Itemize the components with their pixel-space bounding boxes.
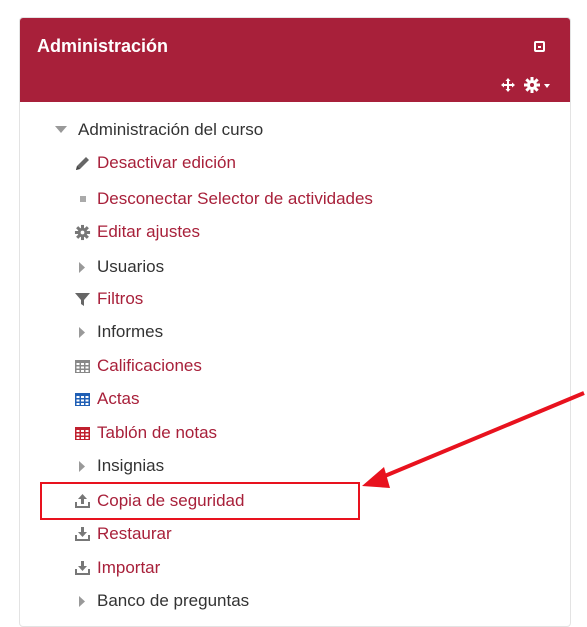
item-label: Editar ajustes bbox=[97, 222, 200, 241]
item-calificaciones[interactable]: Calificaciones bbox=[74, 352, 202, 380]
block-title: Administración bbox=[37, 36, 169, 56]
item-usuarios[interactable]: Usuarios bbox=[74, 253, 164, 281]
item-label: Insignias bbox=[97, 456, 165, 475]
move-icon[interactable] bbox=[501, 78, 515, 92]
item-label: Calificaciones bbox=[97, 356, 202, 375]
gear-menu-icon[interactable] bbox=[524, 77, 552, 93]
triangle-right-icon bbox=[74, 259, 91, 276]
gear-icon bbox=[74, 224, 91, 241]
item-actas[interactable]: Actas bbox=[74, 385, 140, 413]
item-filtros[interactable]: Filtros bbox=[74, 285, 143, 313]
item-importar[interactable]: Importar bbox=[74, 554, 160, 582]
item-informes[interactable]: Informes bbox=[74, 318, 163, 346]
item-editar-ajustes[interactable]: Editar ajustes bbox=[74, 218, 200, 246]
triangle-down-icon bbox=[54, 122, 68, 139]
item-tablon-de-notas[interactable]: Tablón de notas bbox=[74, 419, 217, 447]
grid-blue-icon bbox=[74, 391, 91, 408]
highlight-box bbox=[40, 482, 360, 520]
item-banco-de-preguntas[interactable]: Banco de preguntas bbox=[74, 587, 249, 615]
item-desconectar-selector[interactable]: Desconectar Selector de actividades bbox=[74, 185, 373, 213]
item-label: Desconectar Selector de actividades bbox=[97, 189, 373, 208]
triangle-right-icon bbox=[74, 593, 91, 610]
restore-icon bbox=[74, 526, 91, 543]
square-bullet-icon bbox=[74, 191, 91, 208]
item-label: Tablón de notas bbox=[97, 423, 218, 442]
item-restaurar[interactable]: Restaurar bbox=[74, 520, 172, 548]
item-label: Restaurar bbox=[97, 524, 172, 543]
tree-root-label: Administración del curso bbox=[78, 120, 264, 139]
pencil-icon bbox=[74, 155, 91, 172]
grid-gray-icon bbox=[74, 358, 91, 375]
import-icon bbox=[74, 560, 91, 577]
block-header: Administración bbox=[20, 18, 570, 102]
collapse-icon[interactable] bbox=[534, 41, 545, 52]
filter-icon bbox=[74, 291, 91, 308]
item-label: Filtros bbox=[97, 289, 144, 308]
item-insignias[interactable]: Insignias bbox=[74, 452, 164, 480]
tree-root-course-admin[interactable]: Administración del curso bbox=[54, 116, 263, 144]
triangle-right-icon bbox=[74, 458, 91, 475]
item-label: Desactivar edición bbox=[97, 153, 236, 172]
triangle-right-icon bbox=[74, 324, 91, 341]
item-label: Banco de preguntas bbox=[97, 591, 250, 610]
grid-red-icon bbox=[74, 425, 91, 442]
item-label: Informes bbox=[97, 322, 164, 341]
item-label: Importar bbox=[97, 558, 161, 577]
item-label: Actas bbox=[97, 389, 140, 408]
item-label: Usuarios bbox=[97, 257, 165, 276]
item-desactivar-edicion[interactable]: Desactivar edición bbox=[74, 149, 236, 177]
